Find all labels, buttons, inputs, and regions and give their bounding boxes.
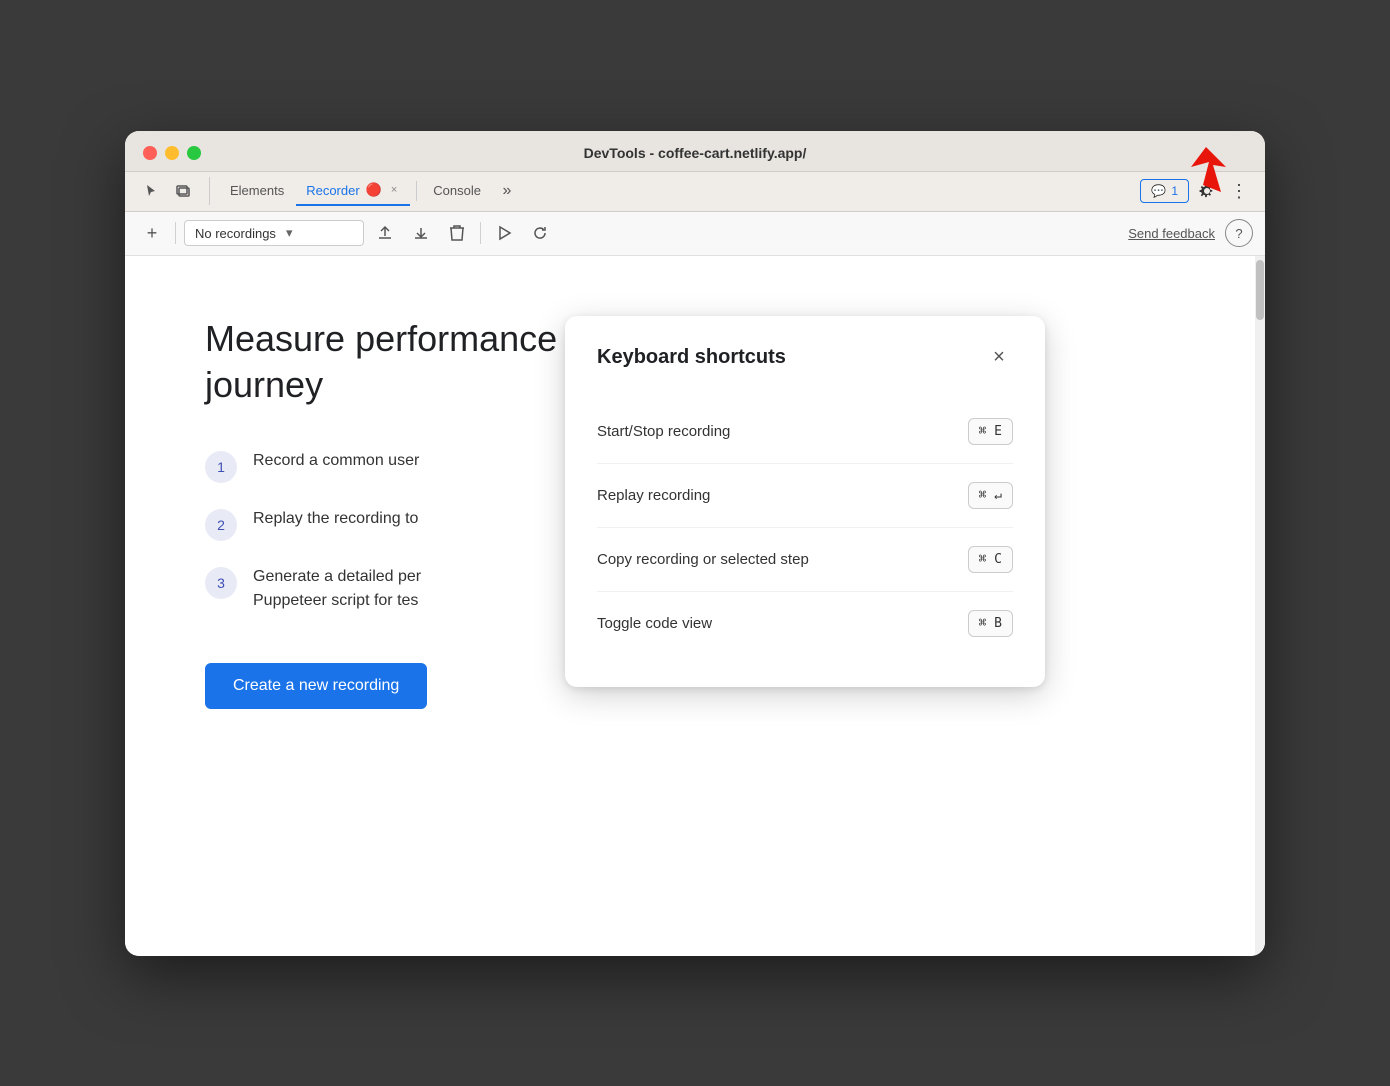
step-text-3: Generate a detailed per Puppeteer script… — [253, 565, 421, 613]
replay-recording-button[interactable] — [525, 218, 555, 248]
tab-elements[interactable]: Elements — [220, 177, 294, 206]
shortcut-key-3: ⌘ C — [968, 546, 1013, 573]
step-text-1: Record a common user — [253, 449, 419, 473]
modal-title: Keyboard shortcuts — [597, 346, 786, 369]
step-number-3: 3 — [205, 567, 237, 599]
play-recording-button[interactable] — [489, 218, 519, 248]
notification-count: 1 — [1171, 184, 1178, 198]
title-bar: DevTools - coffee-cart.netlify.app/ — [125, 131, 1265, 172]
step-text-2: Replay the recording to — [253, 507, 418, 531]
cursor-icon[interactable] — [137, 177, 165, 205]
shortcut-key-4: ⌘ B — [968, 610, 1013, 637]
shortcut-label-3: Copy recording or selected step — [597, 551, 809, 568]
tab-console[interactable]: Console — [423, 177, 491, 206]
shortcut-label-4: Toggle code view — [597, 615, 712, 632]
more-tabs-button[interactable]: » — [493, 177, 521, 205]
send-feedback-button[interactable]: Send feedback — [1124, 222, 1219, 245]
main-title-line2: journey — [205, 364, 323, 405]
tab-recorder-close[interactable]: × — [388, 183, 400, 197]
tab-separator — [416, 181, 417, 201]
shortcut-row-1: Start/Stop recording ⌘ E — [597, 400, 1013, 464]
traffic-lights — [143, 146, 201, 160]
modal-header: Keyboard shortcuts × — [597, 344, 1013, 372]
tab-recorder[interactable]: Recorder 🔴 × — [296, 176, 410, 206]
step-number-2: 2 — [205, 509, 237, 541]
tab-recorder-label: Recorder — [306, 183, 359, 198]
shortcut-row-4: Toggle code view ⌘ B — [597, 592, 1013, 655]
create-recording-label: Create a new recording — [233, 677, 399, 694]
shortcut-row-3: Copy recording or selected step ⌘ C — [597, 528, 1013, 592]
replay-icon — [531, 224, 549, 242]
devtools-settings-icon[interactable] — [1193, 177, 1221, 205]
devtools-tabs: Elements Recorder 🔴 × Console » 💬 1 — [125, 172, 1265, 212]
tab-console-label: Console — [433, 183, 481, 198]
download-icon — [412, 224, 430, 242]
recorder-toolbar: + No recordings ▾ — [125, 212, 1265, 256]
help-button[interactable]: ? — [1225, 219, 1253, 247]
scrollbar-thumb — [1256, 260, 1264, 320]
create-recording-button[interactable]: Create a new recording — [205, 663, 427, 709]
delete-recording-button[interactable] — [442, 218, 472, 248]
minimize-button[interactable] — [165, 146, 179, 160]
delete-icon — [449, 224, 465, 242]
scrollbar[interactable] — [1255, 256, 1265, 956]
dropdown-chevron-icon: ▾ — [286, 225, 293, 241]
notification-chat-icon: 💬 — [1151, 184, 1166, 198]
upload-recording-button[interactable] — [370, 218, 400, 248]
upload-icon — [376, 224, 394, 242]
close-icon: × — [993, 346, 1005, 369]
maximize-button[interactable] — [187, 146, 201, 160]
close-button[interactable] — [143, 146, 157, 160]
no-recordings-label: No recordings — [195, 226, 276, 241]
window-title: DevTools - coffee-cart.netlify.app/ — [584, 145, 807, 161]
layers-icon[interactable] — [169, 177, 197, 205]
notification-button[interactable]: 💬 1 — [1140, 179, 1189, 203]
add-icon: + — [147, 223, 158, 244]
toolbar-divider-1 — [175, 222, 176, 244]
more-tabs-icon: » — [503, 182, 512, 200]
main-title-line1: Measure performance — [205, 318, 557, 359]
main-content: Measure performance journey 1 Record a c… — [125, 256, 1265, 956]
shortcut-row-2: Replay recording ⌘ ↵ — [597, 464, 1013, 528]
add-recording-button[interactable]: + — [137, 218, 167, 248]
devtools-menu-icon[interactable]: ⋮ — [1225, 177, 1253, 205]
step-number-1: 1 — [205, 451, 237, 483]
help-icon: ? — [1235, 226, 1242, 241]
play-icon — [495, 224, 513, 242]
shortcut-label-2: Replay recording — [597, 487, 710, 504]
menu-dots-icon: ⋮ — [1230, 181, 1248, 202]
browser-window: DevTools - coffee-cart.netlify.app/ Elem… — [125, 131, 1265, 956]
shortcut-key-1: ⌘ E — [968, 418, 1013, 445]
recorder-icon: 🔴 — [366, 182, 382, 198]
shortcut-key-2: ⌘ ↵ — [968, 482, 1013, 509]
tab-elements-label: Elements — [230, 183, 284, 198]
shortcut-label-1: Start/Stop recording — [597, 423, 730, 440]
tabs-right: 💬 1 ⋮ — [1140, 177, 1253, 205]
download-recording-button[interactable] — [406, 218, 436, 248]
toolbar-divider-2 — [480, 222, 481, 244]
tab-icons — [137, 177, 210, 205]
modal-close-button[interactable]: × — [985, 344, 1013, 372]
keyboard-shortcuts-modal: Keyboard shortcuts × Start/Stop recordin… — [565, 316, 1045, 687]
recordings-dropdown[interactable]: No recordings ▾ — [184, 220, 364, 246]
